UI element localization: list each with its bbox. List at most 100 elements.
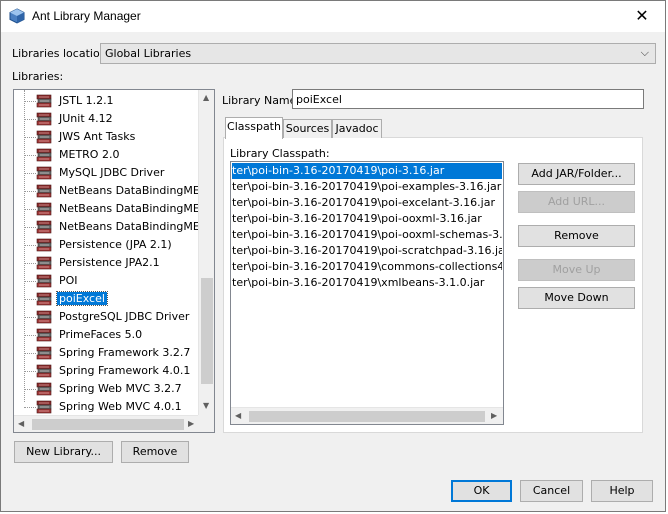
library-book-icon — [36, 166, 52, 180]
library-tree-item[interactable]: METRO 2.0 — [14, 146, 200, 164]
library-tree-item-label: NetBeans DataBindingME PIM — [59, 202, 200, 215]
library-tree-item[interactable]: Spring Web MVC 3.2.7 — [14, 380, 200, 398]
library-tree-item[interactable]: MySQL JDBC Driver — [14, 164, 200, 182]
classpath-entry[interactable]: ter\poi-bin-3.16-20170419\commons-collec… — [232, 259, 502, 275]
scroll-down-arrow-icon[interactable]: ▼ — [203, 401, 209, 411]
library-tree-item[interactable]: JWS Ant Tasks — [14, 128, 200, 146]
move-down-button[interactable]: Move Down — [518, 287, 635, 309]
scroll-thumb[interactable] — [32, 419, 184, 430]
close-button[interactable]: ✕ — [625, 3, 659, 29]
library-name-label: Library Name: — [222, 94, 301, 107]
tree-connector — [24, 371, 36, 372]
add-url-button[interactable]: Add URL... — [518, 191, 635, 213]
library-tree-item[interactable]: POI — [14, 272, 200, 290]
ant-library-manager-dialog: Ant Library Manager ✕ Libraries location… — [0, 0, 666, 512]
library-tree-item[interactable]: poiExcel — [14, 290, 200, 308]
remove-classpath-button[interactable]: Remove — [518, 225, 635, 247]
tree-connector — [24, 245, 36, 246]
libraries-location-label: Libraries location: — [12, 47, 111, 60]
library-tree-item[interactable]: Spring Web MVC 4.0.1 — [14, 398, 200, 416]
library-classpath-label: Library Classpath: — [230, 147, 330, 160]
library-tree-item-label: NetBeans DataBindingME — [59, 184, 200, 197]
add-jar-folder-button[interactable]: Add JAR/Folder... — [518, 163, 635, 185]
library-tree-item[interactable]: PrimeFaces 5.0 — [14, 326, 200, 344]
classpath-entry[interactable]: ter\poi-bin-3.16-20170419\poi-ooxml-3.16… — [232, 211, 502, 227]
netbeans-cube-icon — [9, 8, 25, 24]
library-tree-item[interactable]: JSTL 1.2.1 — [14, 92, 200, 110]
move-up-button[interactable]: Move Up — [518, 259, 635, 281]
scroll-right-arrow-icon[interactable]: ▶ — [491, 411, 497, 421]
library-tree-item-label: Spring Web MVC 3.2.7 — [59, 382, 182, 395]
tree-connector — [24, 263, 36, 264]
tree-connector — [24, 101, 36, 102]
library-book-icon — [36, 274, 52, 288]
library-tree-item[interactable]: NetBeans DataBindingME PIM — [14, 200, 200, 218]
tree-connector — [24, 173, 36, 174]
library-tree-item[interactable]: Persistence (JPA 2.1) — [14, 236, 200, 254]
scroll-corner — [198, 415, 214, 432]
classpath-horizontal-scrollbar[interactable]: ◀ ▶ — [231, 407, 503, 424]
library-book-icon — [36, 292, 52, 306]
cancel-button[interactable]: Cancel — [520, 480, 583, 502]
new-library-button[interactable]: New Library... — [14, 441, 113, 463]
library-tree-item[interactable]: NetBeans DataBindingME — [14, 182, 200, 200]
classpath-list[interactable]: ter\poi-bin-3.16-20170419\poi-3.16.jar te… — [230, 161, 504, 425]
libraries-horizontal-scrollbar[interactable]: ◀ ▶ — [14, 415, 200, 432]
library-book-icon — [36, 310, 52, 324]
tree-connector — [24, 137, 36, 138]
classpath-entry[interactable]: ter\poi-bin-3.16-20170419\poi-3.16.jar — [232, 163, 502, 179]
scroll-thumb[interactable] — [201, 278, 213, 384]
tree-connector — [24, 155, 36, 156]
tree-connector — [24, 227, 36, 228]
libraries-vertical-scrollbar[interactable]: ▲ ▼ — [198, 90, 214, 415]
library-tree-item-label: Spring Framework 4.0.1 — [59, 364, 191, 377]
classpath-entry[interactable]: ter\poi-bin-3.16-20170419\xmlbeans-3.1.0… — [232, 275, 502, 291]
tree-connector — [24, 317, 36, 318]
tree-connector — [24, 353, 36, 354]
tree-connector — [24, 407, 36, 408]
classpath-entry[interactable]: ter\poi-bin-3.16-20170419\poi-scratchpad… — [232, 243, 502, 259]
scroll-right-arrow-icon[interactable]: ▶ — [188, 419, 194, 429]
library-book-icon — [36, 220, 52, 234]
library-tree-item-label: NetBeans DataBindingME SVG — [59, 220, 200, 233]
library-name-value: poiExcel — [296, 93, 342, 106]
library-tree-item[interactable]: Spring Framework 4.0.1 — [14, 362, 200, 380]
library-book-icon — [36, 346, 52, 360]
library-tree-item[interactable]: PostgreSQL JDBC Driver — [14, 308, 200, 326]
library-tree-item[interactable]: Persistence JPA2.1 — [14, 254, 200, 272]
tab-javadoc[interactable]: Javadoc — [332, 119, 382, 138]
library-tree-item[interactable]: NetBeans DataBindingME SVG — [14, 218, 200, 236]
help-button[interactable]: Help — [591, 480, 653, 502]
scroll-left-arrow-icon[interactable]: ◀ — [18, 419, 24, 429]
tab-sources[interactable]: Sources — [283, 119, 332, 138]
library-book-icon — [36, 184, 52, 198]
remove-library-button[interactable]: Remove — [121, 441, 189, 463]
tree-connector — [24, 209, 36, 210]
library-tree-item[interactable]: JUnit 4.12 — [14, 110, 200, 128]
library-name-field[interactable]: poiExcel — [292, 89, 644, 109]
tree-connector — [24, 335, 36, 336]
library-tree-item-label: Persistence (JPA 2.1) — [59, 238, 172, 251]
chevron-down-icon: ⌵ — [640, 46, 649, 59]
scroll-left-arrow-icon[interactable]: ◀ — [235, 411, 241, 421]
classpath-entry[interactable]: ter\poi-bin-3.16-20170419\poi-excelant-3… — [232, 195, 502, 211]
library-book-icon — [36, 400, 52, 414]
classpath-entry[interactable]: ter\poi-bin-3.16-20170419\poi-examples-3… — [232, 179, 502, 195]
tree-connector — [24, 389, 36, 390]
library-book-icon — [36, 94, 52, 108]
tree-connector — [24, 119, 36, 120]
library-tree-item[interactable]: Spring Framework 3.2.7 — [14, 344, 200, 362]
library-tree-item-label: METRO 2.0 — [59, 148, 120, 161]
title-bar: Ant Library Manager ✕ — [1, 1, 665, 32]
classpath-entry[interactable]: ter\poi-bin-3.16-20170419\poi-ooxml-sche… — [232, 227, 502, 243]
ok-button[interactable]: OK — [451, 480, 512, 502]
libraries-location-value: Global Libraries — [105, 47, 192, 60]
scroll-thumb[interactable] — [249, 411, 485, 422]
library-tree-item-label: JWS Ant Tasks — [59, 130, 136, 143]
libraries-location-combo[interactable]: Global Libraries ⌵ — [100, 43, 656, 64]
scroll-up-arrow-icon[interactable]: ▲ — [203, 93, 209, 103]
tab-classpath[interactable]: Classpath — [225, 117, 283, 139]
library-tree-item-label: PrimeFaces 5.0 — [59, 328, 143, 341]
libraries-tree[interactable]: JSTL 1.2.1 JUnit 4.12 JWS Ant Tasks METRO 2… — [13, 89, 215, 433]
library-tree-item-label: Spring Framework 3.2.7 — [59, 346, 191, 359]
